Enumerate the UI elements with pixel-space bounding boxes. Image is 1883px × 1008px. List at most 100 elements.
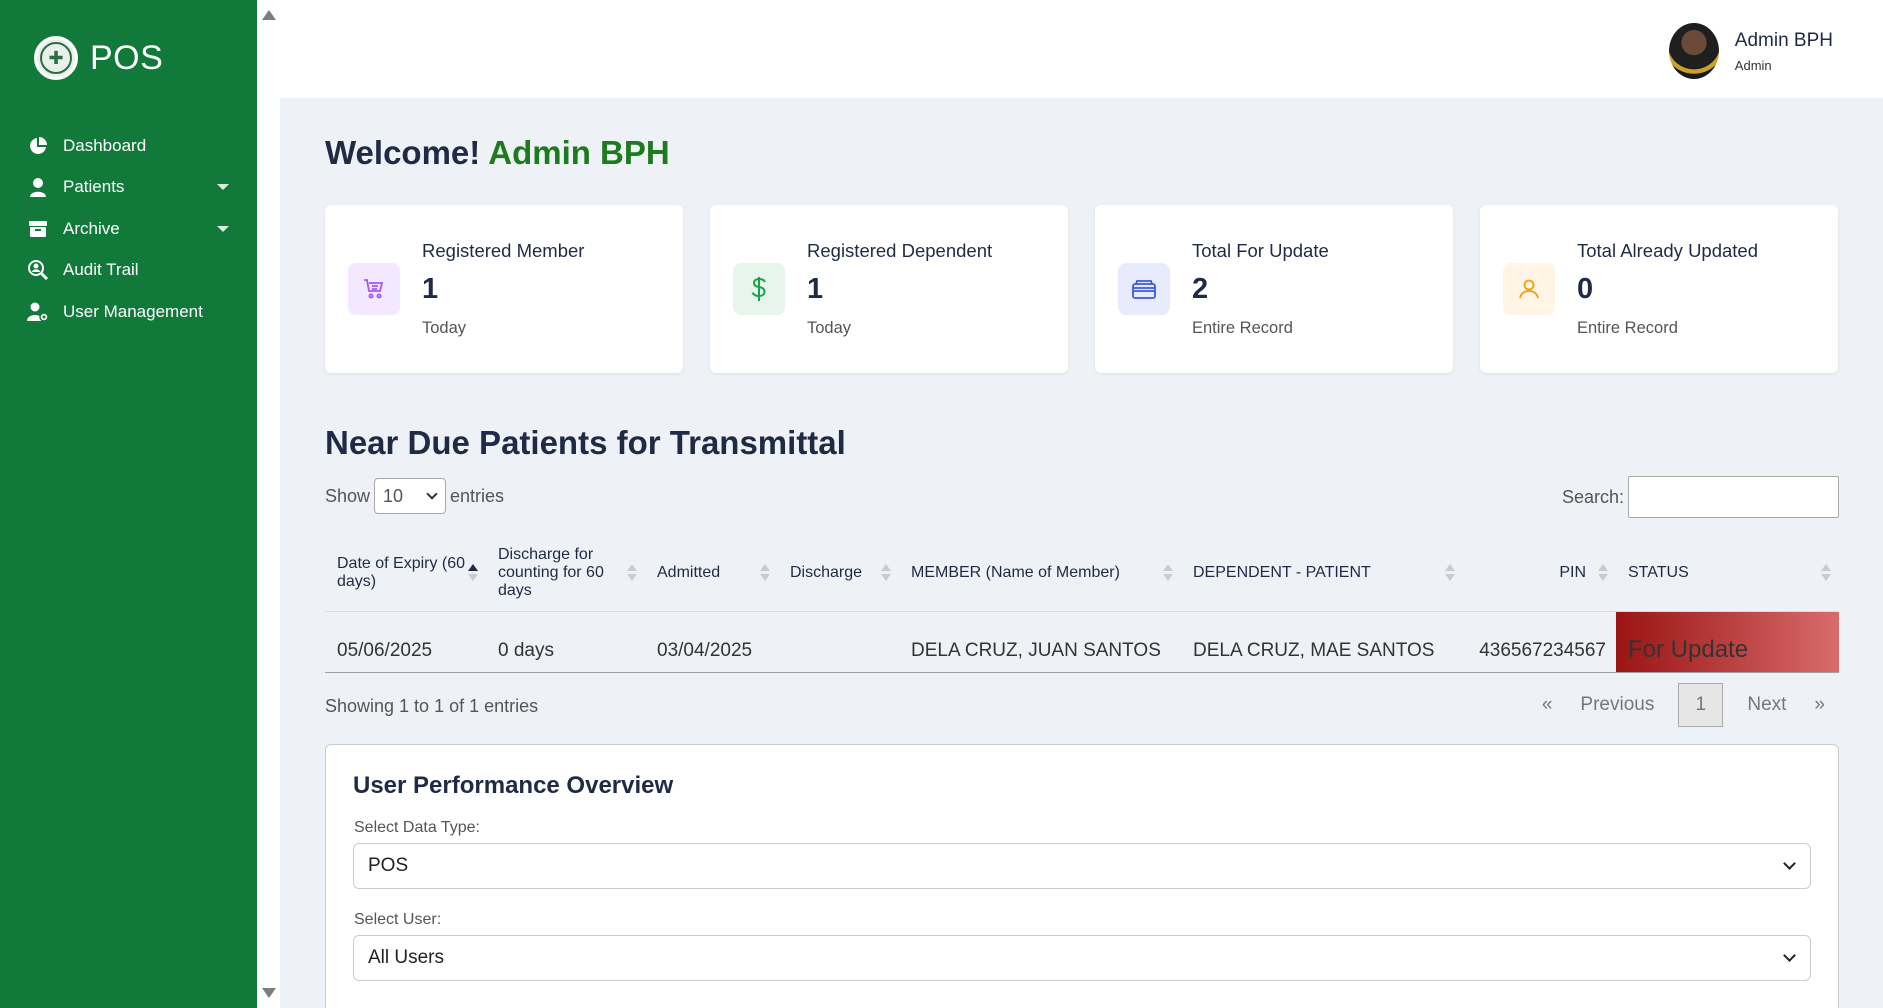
sidebar-item-label: Patients [63,177,125,197]
sidebar-item-label: Archive [63,218,120,238]
user-icon [27,176,49,198]
data-type-label: Select Data Type: [354,819,480,836]
section-title: Near Due Patients for Transmittal [325,424,846,461]
cart-icon [348,263,400,315]
first-page-button[interactable]: « [1528,694,1567,716]
chevron-down-icon [1783,949,1796,962]
card-subtitle: Today [807,319,852,337]
card-title: Total For Update [1192,240,1329,261]
card-title: Registered Member [422,240,585,261]
column-header-discharge[interactable]: Discharge [778,535,899,612]
cell-dependent: DELA CRUZ, MAE SANTOS [1181,611,1463,673]
card-subtitle: Entire Record [1577,319,1678,337]
entries-select[interactable]: 10 [374,478,447,514]
entries-length-control: Show 10 entries [325,478,504,514]
avatar [1668,23,1719,79]
sidebar-item-dashboard[interactable]: Dashboard [0,125,257,167]
user-role: Admin [1734,57,1772,73]
current-page-button[interactable]: 1 [1678,683,1724,727]
logo-icon: ✚ [34,36,78,80]
welcome-prefix: Welcome! [325,134,481,171]
top-bar: Admin BPH Admin [280,0,1883,98]
next-page-button[interactable]: Next [1733,694,1800,716]
cell-discharge [778,611,899,673]
sort-icon [1445,563,1455,582]
sort-icon [760,563,770,582]
sidebar-item-user-management[interactable]: User Management [0,291,257,333]
user-select[interactable]: All Users [353,935,1811,981]
credit-card-icon [1118,263,1170,315]
scrollbar[interactable] [257,0,280,1008]
welcome-name: Admin BPH [488,134,670,171]
sort-icon [1598,563,1608,582]
stat-cards: Registered Member 1 Today Registered Dep… [325,205,1839,373]
card-subtitle: Entire Record [1192,319,1293,337]
card-registered-dependent: Registered Dependent 1 Today [710,205,1068,373]
user-performance-panel: User Performance Overview Select Data Ty… [325,744,1839,1008]
chevron-down-icon [217,184,229,191]
sidebar-item-audit-trail[interactable]: Audit Trail [0,250,257,292]
card-total-already-updated: Total Already Updated 0 Entire Record [1480,205,1838,373]
column-header-admitted[interactable]: Admitted [645,535,778,612]
archive-box-icon [27,218,49,240]
search-label: Search: [1561,486,1624,507]
cell-admitted: 03/04/2025 [645,611,778,673]
user-name: Admin BPH [1734,29,1833,51]
cell-discharge-counting: 0 days [486,611,645,673]
card-title: Registered Dependent [807,240,993,261]
card-value: 1 [422,273,439,305]
column-header-date-of-expiry[interactable]: Date of Expiry (60 days) [325,535,486,612]
sidebar-item-patients[interactable]: Patients [0,167,257,209]
sidebar-item-label: Audit Trail [63,260,139,280]
entries-value: 10 [383,485,404,506]
brand[interactable]: ✚ POS [34,36,163,80]
sort-icon [1163,563,1173,582]
dollar-icon [733,263,785,315]
cell-date-of-expiry: 05/06/2025 [325,611,486,673]
chevron-down-icon [1783,857,1796,870]
table-info: Showing 1 to 1 of 1 entries [325,696,539,716]
column-header-discharge-counting[interactable]: Discharge for counting for 60 days [486,535,645,612]
card-value: 2 [1192,273,1209,305]
sidebar-nav: Dashboard Patients Archive Audit Trail U… [0,125,257,333]
user-select-value: All Users [368,947,445,968]
patients-table: Date of Expiry (60 days) Discharge for c… [325,535,1839,673]
status-badge[interactable]: For Update [1616,611,1839,673]
table-search: Search: [1562,476,1839,518]
sort-icon [1821,563,1831,582]
card-value: 1 [807,273,824,305]
last-page-button[interactable]: » [1800,694,1839,716]
column-header-member[interactable]: MEMBER (Name of Member) [899,535,1181,612]
column-header-status[interactable]: STATUS [1616,535,1839,612]
data-type-value: POS [368,855,409,876]
table-row[interactable]: 05/06/2025 0 days 03/04/2025 DELA CRUZ, … [325,611,1839,673]
user-outline-icon [1503,263,1555,315]
sidebar: ✚ POS Dashboard Patients Archive Audit T… [0,0,257,1008]
search-input[interactable] [1628,476,1839,518]
scroll-down-arrow-icon[interactable] [262,988,276,998]
user-menu[interactable]: Admin BPH Admin [1668,23,1833,79]
pie-chart-icon [27,135,49,157]
scroll-up-arrow-icon[interactable] [262,10,276,20]
sidebar-item-archive[interactable]: Archive [0,208,257,250]
table-header-row: Date of Expiry (60 days) Discharge for c… [325,535,1839,612]
card-value: 0 [1577,273,1594,305]
card-total-for-update: Total For Update 2 Entire Record [1095,205,1453,373]
chevron-down-icon [426,488,438,500]
sidebar-item-label: User Management [63,301,203,321]
panel-title: User Performance Overview [353,772,674,799]
chevron-down-icon [217,225,229,232]
column-header-dependent[interactable]: DEPENDENT - PATIENT [1181,535,1463,612]
card-subtitle: Today [422,319,467,337]
sort-icon [627,563,637,582]
data-type-select[interactable]: POS [353,843,1811,889]
pagination: « Previous 1 Next » [1528,683,1839,727]
previous-page-button[interactable]: Previous [1566,694,1668,716]
column-header-pin[interactable]: PIN [1463,535,1616,612]
sort-icon [881,563,891,582]
cell-member: DELA CRUZ, JUAN SANTOS [899,611,1181,673]
user-label: Select User: [354,911,442,928]
cell-pin: 436567234567 [1463,611,1616,673]
card-registered-member: Registered Member 1 Today [325,205,683,373]
sidebar-item-label: Dashboard [63,135,147,155]
